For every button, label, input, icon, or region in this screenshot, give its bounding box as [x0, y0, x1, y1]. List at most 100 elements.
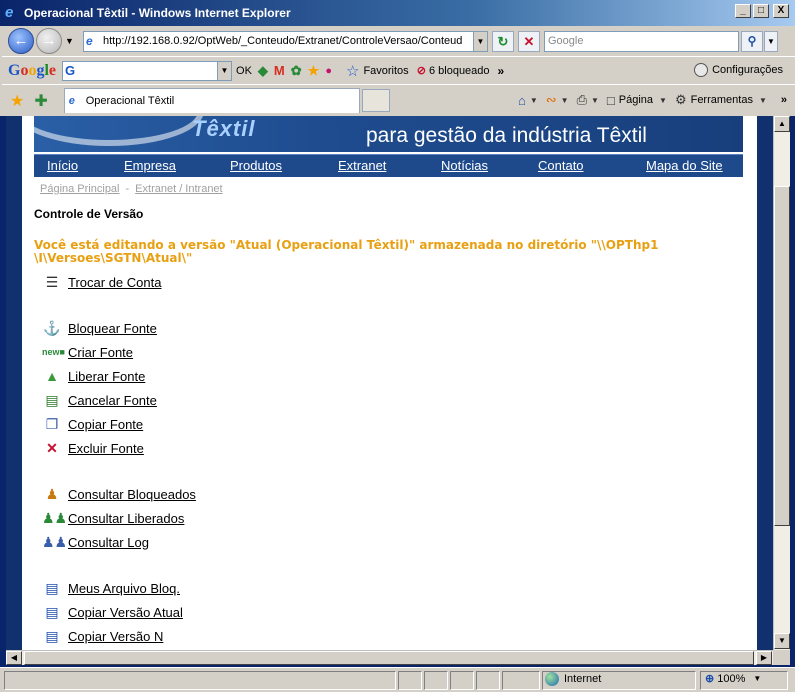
menu-label[interactable]: Cancelar Fonte [68, 393, 157, 408]
scroll-left-icon[interactable]: ◀ [6, 651, 22, 665]
menu-label[interactable]: Consultar Bloqueados [68, 487, 196, 502]
menu-excluir-fonte[interactable]: ✕ Excluir Fonte [42, 439, 144, 457]
picasa-icon[interactable]: ✿ [291, 63, 302, 79]
history-dropdown-icon[interactable]: ▼ [65, 36, 77, 46]
search-input[interactable]: Google [544, 30, 739, 52]
people-green-icon: ♟♟ [42, 510, 68, 526]
status-bar: Internet ⊕ 100% ▼ [0, 667, 795, 692]
page-dropdown-icon[interactable]: ▼ [659, 96, 667, 105]
nav-contato[interactable]: Contato [538, 158, 584, 173]
horizontal-scrollbar[interactable]: ◀ ▶ [6, 650, 773, 665]
favorites-star-icon[interactable]: ☆ [346, 62, 359, 80]
status-cell [424, 671, 448, 690]
menu-meus-arquivo-bloq[interactable]: ▤ Meus Arquivo Bloq. [42, 579, 180, 597]
menu-consultar-liberados[interactable]: ♟♟ Consultar Liberados [42, 509, 184, 527]
menu-bloquear-fonte[interactable]: ⚓ Bloquear Fonte [42, 319, 157, 337]
zoom-dropdown-icon[interactable]: ▼ [753, 674, 761, 683]
breadcrumb-current[interactable]: Extranet / Intranet [135, 183, 222, 195]
breadcrumb-home[interactable]: Página Principal [40, 183, 120, 195]
page-menu[interactable]: Página [619, 94, 653, 106]
security-zone[interactable]: Internet [545, 672, 601, 686]
nav-inicio[interactable]: Início [47, 158, 78, 173]
copy-icon: ❐ [45, 416, 59, 432]
minimize-button[interactable]: _ [735, 4, 751, 18]
vertical-scroll-thumb[interactable] [774, 186, 790, 526]
popup-blocker[interactable]: ⊘ 6 bloqueado [417, 64, 490, 77]
google-g-icon: G [65, 62, 76, 78]
add-favorite-icon[interactable]: ✚ [34, 91, 47, 111]
tools-menu[interactable]: Ferramentas [691, 94, 753, 106]
zoom-icon: ⊕ [705, 673, 715, 685]
menu-consultar-bloqueados[interactable]: ♟ Consultar Bloqueados [42, 485, 196, 503]
menu-label[interactable]: Consultar Log [68, 535, 149, 550]
close-button[interactable]: X [773, 4, 789, 18]
menu-label[interactable]: Excluir Fonte [68, 441, 144, 456]
tab-title: Operacional Têxtil [85, 95, 175, 107]
horizontal-scroll-thumb[interactable] [24, 651, 754, 665]
google-ok-button[interactable]: OK [236, 65, 252, 77]
bookmark-icon[interactable]: ◆ [258, 63, 268, 79]
google-settings-button[interactable]: Configurações [694, 63, 783, 77]
gadgets-icon[interactable]: ★ [308, 63, 320, 79]
google-search-input[interactable]: G ▼ [62, 60, 233, 81]
vertical-scrollbar[interactable]: ▲ ▼ [773, 116, 790, 650]
menu-cancelar-fonte[interactable]: ▤ Cancelar Fonte [42, 391, 157, 409]
home-icon[interactable]: ⌂ [518, 93, 526, 108]
menu-label[interactable]: Copiar Versão Atual [68, 605, 183, 620]
maximize-button[interactable]: □ [753, 4, 769, 18]
menu-label[interactable]: Bloquear Fonte [68, 321, 157, 336]
menu-consultar-log[interactable]: ♟♟ Consultar Log [42, 533, 149, 551]
menu-label[interactable]: Meus Arquivo Bloq. [68, 581, 180, 596]
stop-button[interactable]: ✕ [518, 30, 540, 52]
search-icon[interactable]: ⚲ [741, 30, 763, 52]
refresh-button[interactable]: ↻ [492, 30, 514, 52]
scroll-right-icon[interactable]: ▶ [756, 651, 772, 665]
print-icon[interactable]: ⎙ [577, 92, 587, 108]
address-dropdown-icon[interactable]: ▼ [473, 31, 487, 51]
home-dropdown-icon[interactable]: ▼ [530, 96, 538, 105]
menu-label[interactable]: Copiar Versão N [68, 629, 163, 644]
menu-copiar-fonte[interactable]: ❐ Copiar Fonte [42, 415, 143, 433]
menu-copiar-versao-n[interactable]: ▤ Copiar Versão N [42, 627, 163, 645]
menu-liberar-fonte[interactable]: ▲ Liberar Fonte [42, 367, 145, 385]
nav-extranet[interactable]: Extranet [338, 158, 386, 173]
menu-copiar-versao-atual[interactable]: ▤ Copiar Versão Atual [42, 603, 183, 621]
gmail-icon[interactable]: M [274, 63, 285, 79]
back-button[interactable]: ← [8, 28, 34, 54]
feeds-dropdown-icon[interactable]: ▼ [561, 96, 569, 105]
address-field[interactable]: e http://192.168.0.92/OptWeb/_Conteudo/E… [83, 30, 488, 52]
orkut-icon[interactable]: ● [325, 63, 332, 79]
scroll-up-icon[interactable]: ▲ [774, 116, 790, 132]
nav-empresa[interactable]: Empresa [124, 158, 176, 173]
google-dropdown-icon[interactable]: ▼ [217, 61, 232, 80]
url-text[interactable]: http://192.168.0.92/OptWeb/_Conteudo/Ext… [103, 35, 473, 47]
favorites-menu[interactable]: Favoritos [363, 65, 408, 77]
popup-blocked-label: 6 bloqueado [428, 65, 490, 77]
feeds-icon[interactable]: ∾ [546, 92, 557, 108]
delete-icon: ✕ [46, 440, 58, 456]
tab-operacional-textil[interactable]: e Operacional Têxtil [63, 88, 360, 113]
menu-label[interactable]: Liberar Fonte [68, 369, 145, 384]
search-options-icon[interactable]: ▼ [764, 30, 778, 52]
menu-label[interactable]: Criar Fonte [68, 345, 133, 360]
command-overflow-button[interactable]: » [781, 94, 787, 106]
version-notice: Você está editando a versão "Atual (Oper… [34, 238, 659, 265]
tools-gear-icon[interactable]: ⚙ [675, 92, 687, 108]
menu-criar-fonte[interactable]: new■ Criar Fonte [42, 343, 133, 361]
forward-button[interactable]: → [36, 28, 62, 54]
page-menu-icon[interactable]: □ [607, 93, 615, 108]
nav-produtos[interactable]: Produtos [230, 158, 282, 173]
scroll-down-icon[interactable]: ▼ [774, 633, 790, 649]
menu-label[interactable]: Consultar Liberados [68, 511, 184, 526]
new-tab-button[interactable] [361, 89, 390, 112]
nav-noticias[interactable]: Notícias [441, 158, 488, 173]
zoom-control[interactable]: ⊕ 100% ▼ [705, 672, 761, 686]
tools-dropdown-icon[interactable]: ▼ [759, 96, 767, 105]
menu-label[interactable]: Copiar Fonte [68, 417, 143, 432]
toolbar-overflow-button[interactable]: » [498, 64, 505, 78]
menu-trocar-conta[interactable]: ☰ Trocar de Conta [42, 273, 162, 291]
print-dropdown-icon[interactable]: ▼ [591, 96, 599, 105]
menu-label[interactable]: Trocar de Conta [68, 275, 161, 290]
favorites-center-icon[interactable]: ★ [10, 91, 24, 111]
nav-mapa-do-site[interactable]: Mapa do Site [646, 158, 723, 173]
